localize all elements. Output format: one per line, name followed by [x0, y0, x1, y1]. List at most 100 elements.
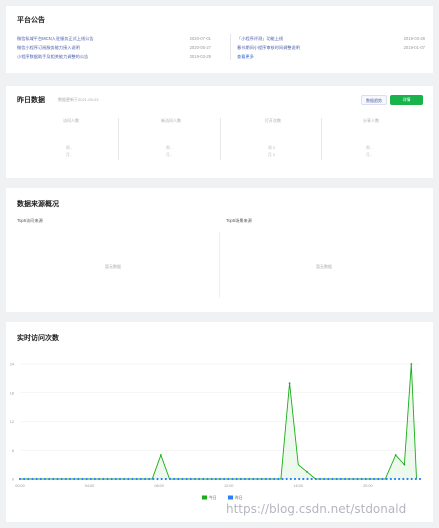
yesterday-point	[60, 477, 63, 481]
yesterday-point	[131, 477, 134, 481]
metric-new-visitors[interactable]: 新访问人数 周 - 月 -	[126, 118, 216, 162]
yesterday-point	[164, 477, 167, 481]
today-point	[410, 363, 413, 365]
yesterday-point	[235, 477, 238, 481]
yesterday-point	[406, 477, 409, 481]
realtime-chart: 0 6 12 18 24 00:00 04:00 08:00 12:00 16:00 20:00 今…	[10, 363, 422, 500]
y-tick-label: 12	[10, 420, 14, 424]
metric-divider	[118, 118, 119, 160]
yesterday-point	[318, 477, 322, 481]
yesterday-point	[352, 477, 355, 481]
metric-shares[interactable]: 分享人数 周 - 月 -	[326, 118, 416, 162]
x-tick-label: 12:00	[224, 484, 234, 488]
yesterday-point	[206, 477, 209, 481]
yesterday-point	[398, 477, 401, 481]
yesterday-point	[368, 477, 372, 481]
yesterday-point	[381, 477, 384, 481]
yesterday-point	[135, 477, 138, 481]
announcement-item[interactable]: 小程序数据助手及相关能力调整的公告 2019-03-29	[17, 52, 211, 61]
announcement-item[interactable]: 春节期间小程序审核时间调整说明 2019-01-07	[237, 43, 425, 52]
top5-scene-source-label: Top5场景来源	[226, 218, 252, 223]
yesterday-point	[189, 477, 192, 481]
yesterday-point	[343, 477, 347, 481]
announcement-item[interactable]: 「小程序评测」功能上线 2019-03-28	[237, 34, 425, 43]
yesterday-point	[56, 477, 59, 481]
realtime-card: 实时访问次数 0 6 12 18 24 00:00 04:00 08:00 12:00 16:00…	[6, 322, 433, 522]
watermark-text: https://blog.csdn.net/stdonald	[226, 502, 407, 516]
yesterday-point	[285, 477, 288, 481]
announcement-title: 平台公告	[17, 17, 45, 24]
yesterday-point	[410, 477, 413, 481]
yesterday-point	[98, 477, 101, 481]
today-point	[394, 454, 397, 456]
yesterday-title: 昨日数据	[17, 97, 45, 104]
yesterday-point	[302, 477, 305, 481]
yesterday-point	[298, 477, 301, 481]
legend-swatch-today	[202, 495, 207, 500]
metric-visitors[interactable]: 访问人数 周 - 月 -	[26, 118, 116, 162]
yesterday-point	[231, 477, 234, 481]
today-point	[159, 454, 162, 456]
yesterday-point	[110, 477, 113, 481]
yesterday-point	[339, 477, 342, 481]
yesterday-point	[393, 477, 397, 481]
yesterday-point	[277, 477, 280, 481]
today-point	[306, 470, 308, 473]
detail-button[interactable]: 详情	[390, 95, 423, 105]
more-link[interactable]: 查看更多	[237, 52, 425, 61]
yesterday-point	[52, 477, 55, 481]
yesterday-point	[256, 477, 259, 481]
yesterday-point	[31, 477, 34, 481]
announcement-item[interactable]: 微信小程序订阅服务能力接入说明 2020-05-27	[17, 43, 211, 52]
yesterday-point	[377, 477, 380, 481]
y-tick-label: 0	[12, 478, 14, 482]
announcement-list-left: 微信私域平台MCN入驻服务正式上线公告 2020-07-01 微信小程序订阅服务能…	[17, 34, 211, 61]
yesterday-point	[160, 477, 163, 481]
yesterday-point	[389, 477, 392, 481]
today-point	[403, 463, 406, 466]
yesterday-point	[327, 477, 330, 481]
trend-button[interactable]: 数据趋势	[361, 95, 387, 105]
source-title: 数据来源概况	[17, 201, 59, 208]
announcement-item[interactable]: 微信私域平台MCN入驻服务正式上线公告 2020-07-01	[17, 34, 211, 43]
yesterday-point	[152, 477, 155, 481]
yesterday-point	[39, 477, 42, 481]
yesterday-point	[402, 477, 405, 481]
yesterday-point	[214, 477, 217, 481]
yesterday-point	[414, 477, 417, 481]
yesterday-point	[185, 477, 188, 481]
yesterday-point	[35, 477, 38, 481]
y-tick-label: 6	[12, 449, 14, 453]
yesterday-point	[173, 477, 176, 481]
yesterday-point	[27, 477, 30, 481]
yesterday-point	[210, 477, 213, 481]
announcement-card: 平台公告 微信私域平台MCN入驻服务正式上线公告 2020-07-01 微信小程序…	[6, 6, 433, 73]
yesterday-point	[331, 477, 334, 481]
yesterday-point	[102, 477, 105, 481]
yesterday-point	[218, 477, 222, 481]
yesterday-point	[293, 477, 297, 481]
empty-state-left: 暂无数据	[105, 264, 121, 269]
empty-state-right: 暂无数据	[316, 264, 332, 269]
yesterday-point	[43, 477, 47, 481]
yesterday-point	[227, 477, 230, 481]
yesterday-point	[360, 477, 363, 481]
yesterday-point	[148, 477, 151, 481]
yesterday-point	[143, 477, 147, 481]
yesterday-point	[252, 477, 255, 481]
yesterday-point	[139, 477, 142, 481]
legend-yesterday: 昨日	[235, 495, 243, 500]
yesterday-point	[77, 477, 80, 481]
yesterday-point	[310, 477, 313, 481]
x-tick-label: 00:00	[15, 484, 25, 488]
metric-opens[interactable]: 打开次数 周 0 月 0	[228, 118, 318, 162]
yesterday-point	[181, 477, 184, 481]
source-divider	[219, 232, 220, 298]
yesterday-point	[118, 477, 122, 481]
yesterday-point	[373, 477, 376, 481]
yesterday-point	[243, 477, 247, 481]
yesterday-point	[348, 477, 351, 481]
y-tick-label: 24	[10, 363, 14, 367]
yesterday-point	[268, 477, 272, 481]
yesterday-point	[123, 477, 126, 481]
